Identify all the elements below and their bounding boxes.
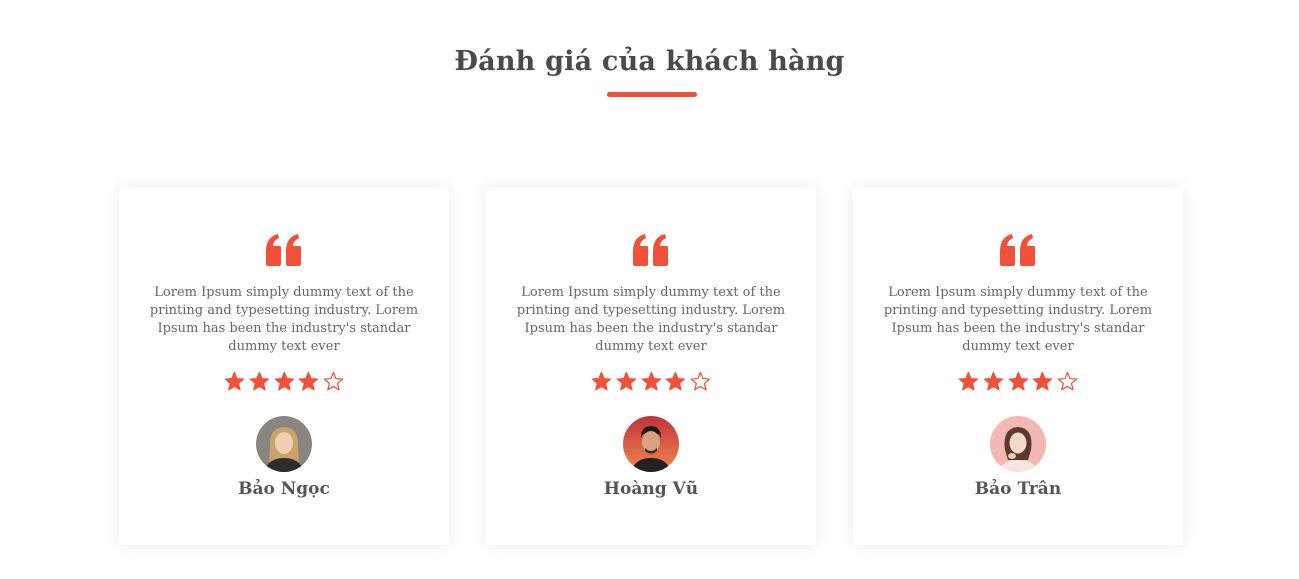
star-filled-icon [983, 371, 1003, 391]
testimonial-card: Lorem Ipsum simply dummy text of the pri… [119, 187, 449, 545]
star-filled-icon [641, 371, 661, 391]
star-filled-icon [666, 371, 686, 391]
customer-name: Bảo Trân [974, 479, 1062, 499]
star-filled-icon [1008, 371, 1028, 391]
star-filled-icon [1033, 371, 1053, 391]
testimonial-card: Lorem Ipsum simply dummy text of the pri… [853, 187, 1183, 545]
star-empty-icon [323, 371, 344, 391]
testimonial-cards: Lorem Ipsum simply dummy text of the pri… [119, 187, 1183, 545]
rating-stars [224, 371, 344, 392]
review-text: Lorem Ipsum simply dummy text of the pri… [883, 285, 1153, 354]
quote-icon [1000, 234, 1035, 266]
quote-icon [633, 234, 668, 266]
testimonial-card: Lorem Ipsum simply dummy text of the pri… [486, 187, 816, 545]
star-filled-icon [274, 371, 294, 391]
star-filled-icon [616, 371, 636, 391]
star-empty-icon [690, 371, 711, 391]
star-filled-icon [591, 371, 612, 391]
review-text: Lorem Ipsum simply dummy text of the pri… [516, 285, 786, 354]
avatar [256, 416, 312, 472]
star-filled-icon [299, 371, 319, 391]
customer-name: Bảo Ngọc [238, 479, 330, 499]
star-filled-icon [249, 371, 269, 391]
avatar [623, 416, 679, 472]
title-underline [607, 92, 697, 97]
quote-icon [266, 234, 301, 266]
star-filled-icon [224, 371, 245, 391]
customer-name: Hoàng Vũ [603, 479, 699, 499]
avatar [990, 416, 1046, 472]
rating-stars [958, 371, 1078, 392]
star-filled-icon [958, 371, 979, 391]
star-empty-icon [1057, 371, 1078, 391]
rating-stars [591, 371, 711, 392]
section-title: Đánh giá của khách hàng [454, 46, 845, 77]
review-text: Lorem Ipsum simply dummy text of the pri… [149, 285, 419, 354]
